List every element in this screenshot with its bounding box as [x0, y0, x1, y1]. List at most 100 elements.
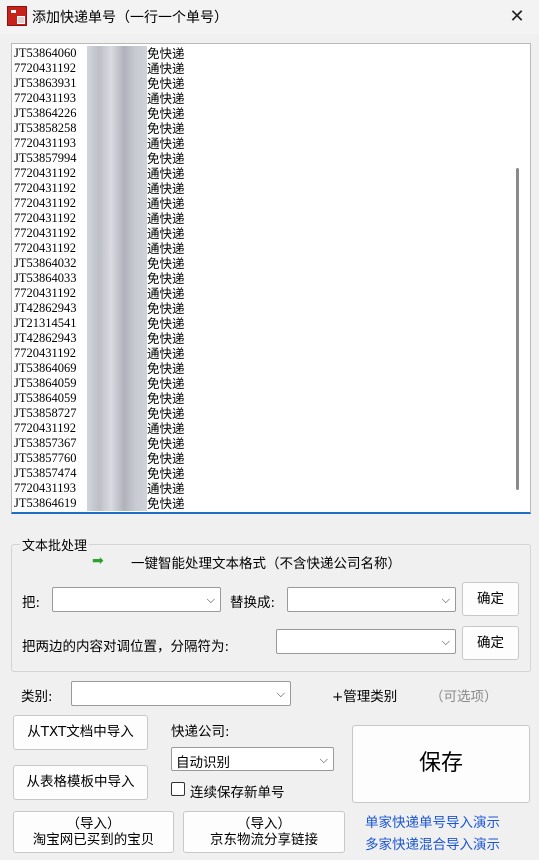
import-jd-line2: 京东物流分享链接 [210, 832, 318, 848]
manage-category-link[interactable]: +管理类别 [332, 685, 397, 705]
tracking-row: 7720431192 通快递 [14, 286, 185, 301]
courier-type: 免快递 [147, 121, 185, 136]
redacted-segment [87, 286, 147, 301]
redacted-segment [87, 256, 147, 271]
redacted-segment [87, 181, 147, 196]
tracking-number: JT42862943 [14, 331, 77, 345]
redacted-segment [87, 361, 147, 376]
chevron-down-icon: ⌵ [441, 635, 450, 648]
courier-type: 免快递 [147, 451, 185, 466]
redacted-segment [87, 496, 147, 511]
tracking-number: 7720431192 [14, 226, 77, 240]
redacted-segment [87, 226, 147, 241]
import-taobao-button[interactable]: （导入） 淘宝网已买到的宝贝 [13, 811, 174, 853]
tracking-number: JT42862943 [14, 301, 77, 315]
tracking-row: JT53864033 免快递 [14, 271, 185, 286]
courier-selected: 自动识别 [176, 755, 230, 771]
redacted-segment [87, 76, 147, 91]
tracking-number: JT53858258 [14, 121, 77, 135]
import-excel-button[interactable]: 从表格模板中导入 [13, 765, 148, 800]
tracking-row: JT53864059 免快递 [14, 376, 185, 391]
tracking-number: 7720431192 [14, 211, 77, 225]
tracking-row: JT53864032 免快递 [14, 256, 185, 271]
tracking-textarea[interactable]: JT53864060 免快递 7720431192 通快递 JT53863931 免快递 7… [11, 43, 531, 514]
courier-type: 通快递 [147, 166, 185, 181]
redacted-segment [87, 421, 147, 436]
confirm-replace-button[interactable]: 确定 [462, 582, 519, 616]
category-label: 类别: [21, 689, 53, 705]
tracking-row: 7720431192 通快递 [14, 196, 185, 211]
courier-type: 免快递 [147, 361, 185, 376]
tracking-row: JT42862943 免快递 [14, 331, 185, 346]
import-jd-button[interactable]: （导入） 京东物流分享链接 [183, 811, 345, 853]
redacted-segment [87, 466, 147, 481]
redacted-segment [87, 406, 147, 421]
tracking-row: JT53864069 免快递 [14, 361, 185, 376]
scrollbar-thumb[interactable] [516, 168, 519, 490]
courier-type: 通快递 [147, 241, 185, 256]
tracking-number: 7720431192 [14, 196, 77, 210]
tracking-number: 7720431193 [14, 91, 77, 105]
tracking-number: JT53864060 [14, 46, 77, 60]
tracking-row: 7720431192 通快递 [14, 421, 185, 436]
redacted-segment [87, 451, 147, 466]
tracking-row: 7720431192 通快递 [14, 241, 185, 256]
smart-format-button[interactable]: 一键智能处理文本格式（不含快递公司名称） [131, 552, 401, 572]
courier-type: 免快递 [147, 46, 185, 61]
redacted-segment [87, 136, 147, 151]
redacted-segment [87, 346, 147, 361]
redacted-segment [87, 211, 147, 226]
courier-type: 通快递 [147, 181, 185, 196]
tracking-row: 7720431192 通快递 [14, 181, 185, 196]
single-import-demo-link[interactable]: 单家快递单号导入演示 [365, 811, 500, 831]
tracking-row: JT53857474 免快递 [14, 466, 185, 481]
tracking-number: JT21314541 [14, 316, 77, 330]
arrow-right-icon: ➡ [92, 553, 104, 569]
courier-type: 通快递 [147, 136, 185, 151]
redacted-segment [87, 151, 147, 166]
tracking-number: JT53857367 [14, 436, 77, 450]
courier-type: 通快递 [147, 346, 185, 361]
confirm-swap-button[interactable]: 确定 [462, 626, 519, 660]
separator-combo[interactable]: ⌵ [276, 629, 456, 654]
close-button[interactable]: ✕ [504, 4, 530, 30]
tracking-row: 7720431192 通快递 [14, 211, 185, 226]
courier-type: 免快递 [147, 106, 185, 121]
tracking-row: JT53864226 免快递 [14, 106, 185, 121]
tracking-list: JT53864060 免快递 7720431192 通快递 JT53863931 免快递 7… [14, 46, 185, 511]
tracking-row: JT53864060 免快递 [14, 46, 185, 61]
tracking-row: JT53858258 免快递 [14, 121, 185, 136]
courier-type: 免快递 [147, 496, 185, 511]
batch-legend: 文本批处理 [20, 535, 90, 554]
redacted-segment [87, 91, 147, 106]
redacted-segment [87, 196, 147, 211]
courier-type: 通快递 [147, 226, 185, 241]
replace-to-combo[interactable]: ⌵ [287, 587, 456, 612]
courier-type: 免快递 [147, 391, 185, 406]
tracking-row: 7720431193 通快递 [14, 91, 185, 106]
tracking-row: JT53858727 免快递 [14, 406, 185, 421]
courier-combo[interactable]: 自动识别 ⌵ [171, 747, 334, 771]
tracking-number: 7720431193 [14, 136, 77, 150]
courier-type: 免快递 [147, 436, 185, 451]
category-combo[interactable]: ⌵ [71, 681, 291, 706]
continuous-save-checkbox[interactable] [171, 782, 185, 796]
save-button[interactable]: 保存 [352, 725, 530, 803]
tracking-row: 7720431192 通快递 [14, 346, 185, 361]
tracking-number: 7720431192 [14, 286, 77, 300]
courier-type: 通快递 [147, 61, 185, 76]
courier-type: 免快递 [147, 376, 185, 391]
multi-import-demo-link[interactable]: 多家快递混合导入演示 [365, 833, 500, 853]
import-txt-button[interactable]: 从TXT文档中导入 [13, 715, 148, 750]
redacted-segment [87, 46, 147, 61]
optional-hint: （可选项） [430, 689, 498, 705]
tracking-number: JT53864226 [14, 106, 77, 120]
redacted-segment [87, 121, 147, 136]
redacted-segment [87, 391, 147, 406]
tracking-number: JT53864069 [14, 361, 77, 375]
import-jd-line1: （导入） [237, 816, 291, 832]
redacted-segment [87, 271, 147, 286]
tracking-number: JT53864032 [14, 256, 77, 270]
replace-from-combo[interactable]: ⌵ [52, 587, 221, 612]
courier-type: 免快递 [147, 406, 185, 421]
